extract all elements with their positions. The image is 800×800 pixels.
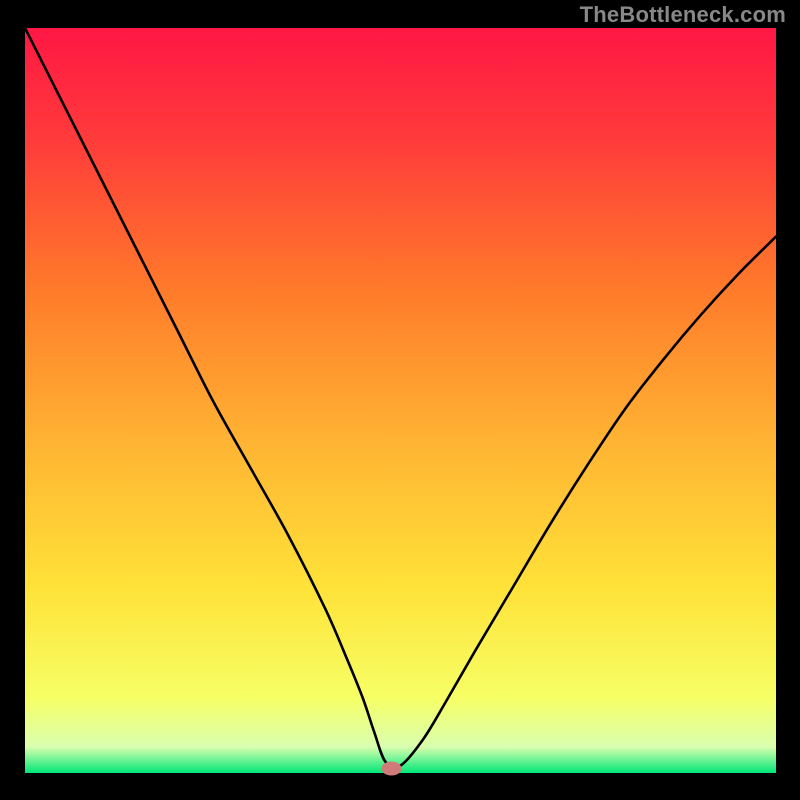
optimal-point-marker: [381, 762, 401, 776]
gradient-background: [25, 28, 776, 773]
bottleneck-chart: [0, 0, 800, 800]
chart-stage: TheBottleneck.com: [0, 0, 800, 800]
